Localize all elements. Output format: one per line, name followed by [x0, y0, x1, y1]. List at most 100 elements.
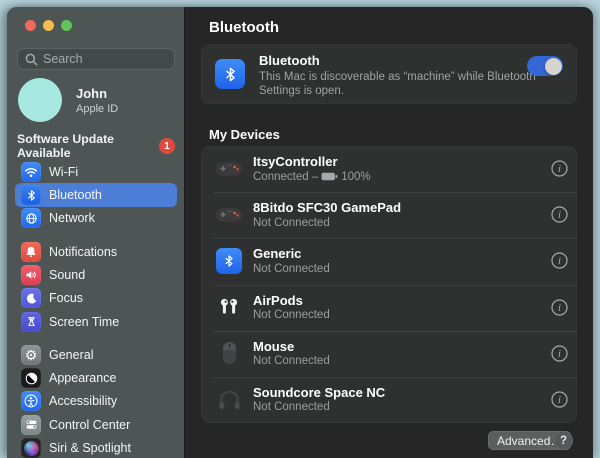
sidebar-item-label: Network — [49, 211, 95, 225]
device-name: AirPods — [253, 293, 303, 308]
search-input[interactable] — [43, 52, 167, 66]
info-icon[interactable]: i — [551, 252, 568, 269]
sidebar-item-focus[interactable]: Focus — [15, 287, 177, 310]
device-name: 8Bitdo SFC30 GamePad — [253, 200, 401, 215]
gamepad-icon — [211, 146, 247, 192]
mouse-icon — [211, 331, 247, 377]
sidebar-item-notifications[interactable]: Notifications — [15, 240, 177, 263]
bluetooth-square-icon — [211, 238, 247, 284]
bluetooth-pane: Bluetooth Bluetooth This Mac is discover… — [185, 7, 593, 458]
info-icon[interactable]: i — [551, 345, 568, 362]
airpods-icon — [211, 285, 247, 331]
sidebar-item-accessibility[interactable]: Accessibility — [15, 390, 177, 413]
siri-icon — [21, 438, 41, 458]
info-icon[interactable]: i — [551, 299, 568, 316]
sidebar-item-label: Accessibility — [49, 394, 117, 408]
software-update-label: Software Update Available — [17, 132, 159, 160]
bluetooth-app-icon — [215, 59, 245, 89]
sidebar-item-screen-time[interactable]: Screen Time — [15, 310, 177, 333]
info-icon[interactable]: i — [551, 160, 568, 177]
minimize-button[interactable] — [43, 20, 54, 31]
sidebar-item-label: General — [49, 348, 93, 362]
settings-sidebar: John Apple ID Software Update Available … — [7, 7, 185, 458]
device-row-airpods[interactable]: AirPods Not Connected i — [201, 285, 577, 331]
avatar — [18, 78, 62, 122]
sidebar-group-focus: Notifications Sound Focus Screen Time — [15, 240, 177, 334]
sidebar-group-network: Wi-Fi Bluetooth Network — [15, 160, 177, 230]
sidebar-item-appearance[interactable]: Appearance — [15, 366, 177, 389]
gamepad-icon — [211, 192, 247, 238]
sidebar-item-wifi[interactable]: Wi-Fi — [15, 160, 177, 183]
svg-text:i: i — [558, 395, 561, 406]
info-icon[interactable]: i — [551, 206, 568, 223]
sidebar-item-label: Screen Time — [49, 315, 119, 329]
accessibility-icon — [21, 391, 41, 411]
sidebar-group-general: ⚙ General Appearance Accessibility Cont — [15, 343, 177, 458]
profile-name: John — [76, 86, 118, 101]
device-name: ItsyController — [253, 154, 338, 169]
moon-icon — [21, 288, 41, 308]
page-title: Bluetooth — [209, 19, 279, 36]
sidebar-item-label: Control Center — [49, 418, 130, 432]
sidebar-item-network[interactable]: Network — [15, 207, 177, 230]
device-row-soundcore[interactable]: Soundcore Space NC Not Connected i — [201, 377, 577, 423]
sidebar-item-label: Wi-Fi — [49, 165, 78, 179]
traffic-lights — [25, 20, 72, 31]
svg-text:i: i — [558, 303, 561, 314]
bluetooth-toggle-card: Bluetooth This Mac is discoverable as “m… — [201, 44, 577, 104]
device-row-8bitdo[interactable]: 8Bitdo SFC30 GamePad Not Connected i — [201, 192, 577, 238]
device-row-itsycontroller[interactable]: ItsyController Connected – 100% i — [201, 146, 577, 192]
gear-icon: ⚙ — [21, 345, 41, 365]
software-update-banner[interactable]: Software Update Available 1 — [17, 136, 175, 156]
device-row-generic[interactable]: Generic Not Connected i — [201, 238, 577, 284]
svg-text:i: i — [558, 210, 561, 221]
device-status: Not Connected — [253, 355, 330, 367]
device-row-mouse[interactable]: Mouse Not Connected i — [201, 331, 577, 377]
sidebar-item-label: Siri & Spotlight — [49, 441, 131, 455]
device-name: Mouse — [253, 339, 294, 354]
battery-icon — [321, 172, 338, 181]
apple-id-row[interactable]: John Apple ID — [18, 78, 118, 122]
search-icon — [25, 53, 38, 66]
device-status: Not Connected — [253, 309, 330, 321]
control-center-icon — [21, 415, 41, 435]
profile-subtitle: Apple ID — [76, 103, 118, 115]
sidebar-item-general[interactable]: ⚙ General — [15, 343, 177, 366]
sidebar-item-control-center[interactable]: Control Center — [15, 413, 177, 436]
speaker-icon — [21, 265, 41, 285]
svg-text:i: i — [558, 257, 561, 268]
bluetooth-card-title: Bluetooth — [259, 53, 320, 68]
headphones-icon — [211, 377, 247, 423]
device-status: Connected – 100% — [253, 171, 371, 183]
sidebar-item-siri[interactable]: Siri & Spotlight — [15, 437, 177, 458]
sidebar-item-label: Bluetooth — [49, 188, 102, 202]
hourglass-icon — [21, 312, 41, 332]
sidebar-item-label: Appearance — [49, 371, 116, 385]
device-name: Soundcore Space NC — [253, 385, 385, 400]
bluetooth-toggle[interactable] — [527, 56, 563, 76]
info-icon[interactable]: i — [551, 391, 568, 408]
appearance-icon — [21, 368, 41, 388]
sidebar-item-sound[interactable]: Sound — [15, 263, 177, 286]
search-field[interactable] — [17, 48, 175, 70]
toggle-knob — [545, 58, 562, 75]
system-settings-window: John Apple ID Software Update Available … — [7, 7, 593, 458]
device-status: Not Connected — [253, 217, 330, 229]
svg-text:i: i — [558, 164, 561, 175]
update-count-badge: 1 — [159, 138, 175, 154]
zoom-button[interactable] — [61, 20, 72, 31]
my-devices-header: My Devices — [209, 127, 280, 142]
bluetooth-icon — [21, 185, 41, 205]
device-status: Not Connected — [253, 263, 330, 275]
sidebar-item-bluetooth[interactable]: Bluetooth — [15, 183, 177, 206]
devices-list: ItsyController Connected – 100% i 8Bitdo… — [201, 146, 577, 423]
wifi-icon — [21, 162, 41, 182]
sidebar-item-label: Notifications — [49, 245, 117, 259]
help-button[interactable]: ? — [554, 431, 573, 450]
sidebar-item-label: Focus — [49, 291, 83, 305]
bluetooth-card-description: This Mac is discoverable as “machine” wh… — [259, 70, 567, 98]
globe-icon — [21, 208, 41, 228]
close-button[interactable] — [25, 20, 36, 31]
device-status: Not Connected — [253, 401, 330, 413]
bell-icon — [21, 242, 41, 262]
